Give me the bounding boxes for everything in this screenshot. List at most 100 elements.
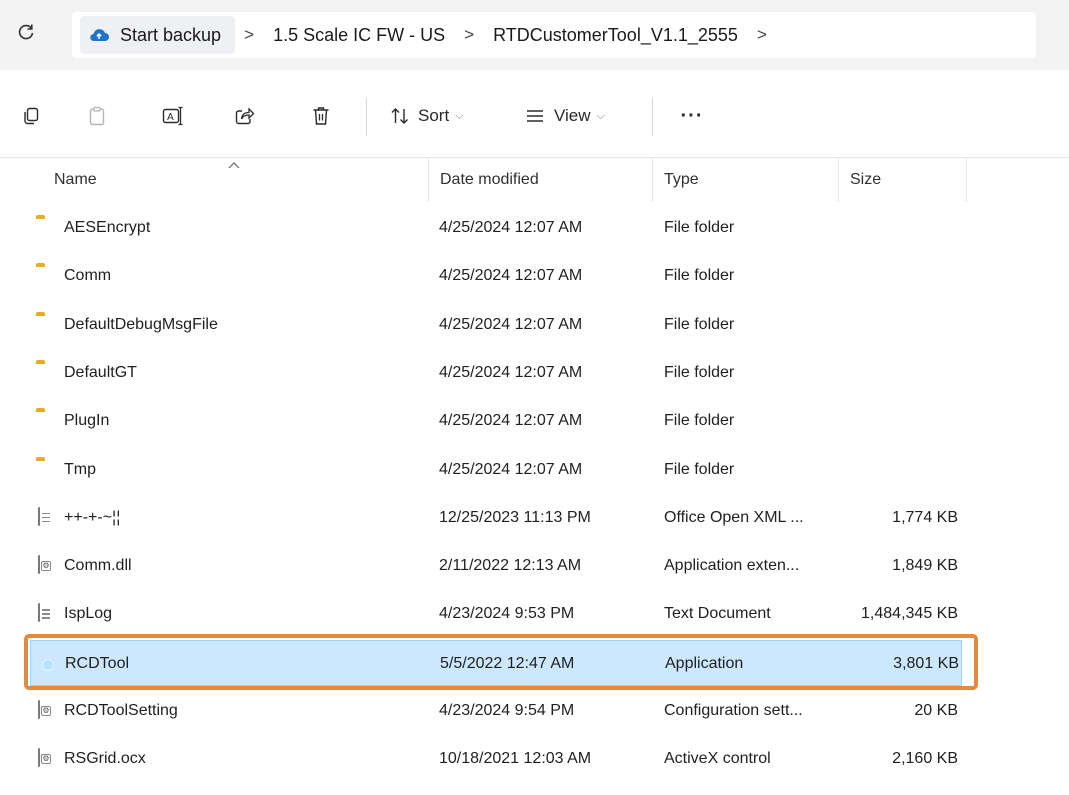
file-name-cell: ⚙ RCDToolSetting [36,688,178,734]
sort-ascending-icon [228,160,240,172]
file-name: RCDToolSetting [64,702,178,719]
copy-icon[interactable] [14,90,48,142]
sort-button[interactable]: Sort ⌵ [390,90,494,142]
paste-icon[interactable] [80,90,114,142]
file-row[interactable]: PlugIn 4/25/2024 12:07 AM File folder [30,398,962,444]
file-row[interactable]: ++-+-~¦¦ 12/25/2023 11:13 PM Office Open X… [30,495,962,541]
file-row[interactable]: DefaultDebugMsgFile 4/25/2024 12:07 AM Fil… [30,302,962,348]
refresh-icon[interactable] [14,22,38,46]
size-cell [830,447,958,493]
folder-icon [36,218,56,238]
date-modified-cell: 4/25/2024 12:07 AM [439,363,583,381]
type-cell: File folder [664,363,735,381]
file-name-cell: DefaultGT [36,350,137,396]
date-modified-cell: 4/25/2024 12:07 AM [439,267,583,285]
type-cell: Text Document [664,605,771,623]
type-cell: File folder [664,412,735,430]
folder-icon [36,266,56,286]
column-separator[interactable] [966,158,967,202]
file-name: PlugIn [64,412,110,430]
type-cell: Configuration sett... [664,702,803,719]
breadcrumb-separator[interactable]: > [455,16,483,54]
date-modified-cell: 4/25/2024 12:07 AM [439,412,583,430]
breadcrumb-rtdcustomertool[interactable]: RTDCustomerTool_V1.1_2555 [483,16,748,54]
type-cell: File folder [664,219,735,236]
command-bar: A Sort ⌵ View ⌵ ··· [0,90,1069,142]
breadcrumb-scale-ic-fw[interactable]: 1.5 Scale IC FW - US [263,16,455,54]
column-separator[interactable] [838,158,839,202]
svg-text:A: A [167,112,174,123]
file-name-cell: DefaultDebugMsgFile [36,302,218,348]
type-cell: Office Open XML ... [664,508,804,526]
address-bar[interactable]: Start backup > 1.5 Scale IC FW - US > RT… [72,12,1036,58]
file-row[interactable]: DefaultGT 4/25/2024 12:07 AM File folder [30,350,962,396]
date-modified-cell: 4/25/2024 12:07 AM [439,219,583,236]
date-modified-cell: 12/25/2023 11:13 PM [439,508,591,526]
size-cell [830,350,958,396]
breadcrumb-separator[interactable]: > [235,16,263,54]
file-row[interactable]: ⚙ RCDToolSetting 4/23/2024 9:54 PM Configur… [30,688,962,734]
text-document-icon [36,603,56,624]
breadcrumb-separator[interactable]: > [748,16,776,54]
file-row[interactable]: ⚙ RSGrid.ocx 10/18/2021 12:03 AM ActiveX co… [30,736,962,782]
file-name: Comm [64,267,112,285]
file-name: DefaultGT [64,363,137,381]
file-row[interactable]: Comm 4/25/2024 12:07 AM File folder [30,253,962,299]
type-cell: Application exten... [664,557,800,575]
file-row[interactable]: RCDTool 5/5/2022 12:47 AM Application 3,801… [30,639,962,686]
breadcrumb-label: RTDCustomerTool_V1.1_2555 [493,24,738,45]
file-name-cell: ++-+-~¦¦ [36,495,120,541]
delete-icon[interactable] [304,90,338,142]
folder-icon [36,315,56,335]
file-row[interactable]: Tmp 4/25/2024 12:07 AM File folder [30,447,962,493]
view-button[interactable]: View ⌵ [526,90,636,142]
dll-file-icon: ⚙ [36,555,56,576]
file-row[interactable]: ⚙ Comm.dll 2/11/2022 12:13 AM Application e… [30,543,962,589]
file-row[interactable]: AESEncrypt 4/25/2024 12:07 AM File folder [30,205,962,251]
column-header-size[interactable]: Size [850,158,881,202]
column-separator[interactable] [652,158,653,202]
share-icon[interactable] [228,90,262,142]
column-header-name[interactable]: Name [54,158,97,202]
view-label: View [554,106,591,125]
address-bar-area: Start backup > 1.5 Scale IC FW - US > RT… [0,0,1069,70]
file-row[interactable]: IspLog 4/23/2024 9:53 PM Text Document 1,48… [30,591,962,637]
date-modified-cell: 5/5/2022 12:47 AM [440,654,575,672]
column-header-type[interactable]: Type [664,158,699,202]
size-cell: 1,849 KB [892,557,958,575]
size-cell [830,205,958,251]
date-modified-cell: 2/11/2022 12:13 AM [439,557,582,575]
chevron-down-icon: ⌵ [455,109,464,122]
date-modified-cell: 4/23/2024 9:54 PM [439,702,575,719]
column-header-date-modified[interactable]: Date modified [440,158,539,202]
date-modified-cell: 4/25/2024 12:07 AM [439,315,583,333]
sort-icon [390,107,410,125]
size-cell: 20 KB [914,702,958,719]
size-cell: 2,160 KB [892,750,958,768]
type-cell: ActiveX control [664,750,771,768]
sort-label: Sort [418,106,450,125]
folder-icon [36,363,56,383]
chevron-down-icon: ⌵ [596,109,605,122]
application-icon [37,654,57,674]
date-modified-cell: 4/23/2024 9:53 PM [439,605,575,623]
column-separator[interactable] [428,158,429,202]
file-name-cell: PlugIn [36,398,109,444]
file-name: AESEncrypt [64,219,151,236]
settings-file-icon: ⚙ [36,700,56,721]
rename-icon[interactable]: A [156,90,190,142]
breadcrumb-label: 1.5 Scale IC FW - US [273,24,446,45]
size-cell [830,302,958,348]
activex-file-icon: ⚙ [36,748,56,769]
type-cell: File folder [664,267,735,285]
date-modified-cell: 4/25/2024 12:07 AM [439,460,583,478]
breadcrumb-start-backup[interactable]: Start backup [80,16,236,54]
size-cell: 1,774 KB [892,508,958,526]
file-name: Tmp [64,460,96,478]
file-name: DefaultDebugMsgFile [64,315,218,333]
view-icon [526,109,544,123]
more-icon[interactable]: ··· [670,90,714,142]
file-name-cell: Comm [36,253,111,299]
type-cell: File folder [664,315,735,333]
size-cell [830,253,958,299]
